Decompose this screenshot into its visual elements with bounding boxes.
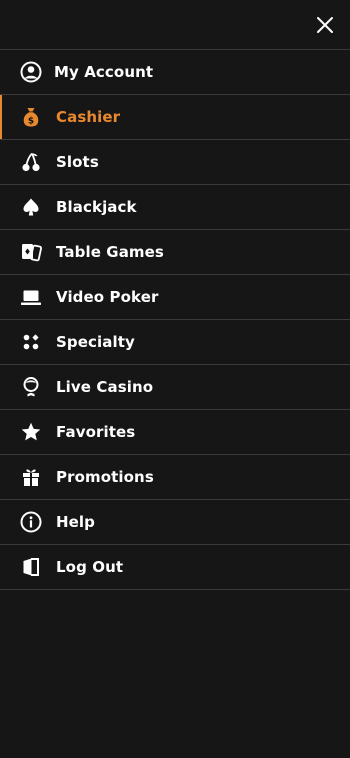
menu-item-live-casino[interactable]: Live Casino xyxy=(0,365,350,410)
menu-item-label: Favorites xyxy=(56,423,136,441)
menu-item-video-poker[interactable]: Video Poker xyxy=(0,275,350,320)
menu-item-label: Specialty xyxy=(56,333,135,351)
menu-item-specialty[interactable]: Specialty xyxy=(0,320,350,365)
cherries-icon xyxy=(20,151,42,173)
side-menu: My Account $ Cashier Slots Blackjack Tab… xyxy=(0,0,350,758)
user-circle-icon xyxy=(20,61,42,83)
menu-item-blackjack[interactable]: Blackjack xyxy=(0,185,350,230)
menu-item-label: Log Out xyxy=(56,558,124,576)
money-bag-icon: $ xyxy=(20,106,42,128)
info-icon xyxy=(20,511,42,533)
menu-item-label: Live Casino xyxy=(56,378,154,396)
menu-header xyxy=(0,0,350,50)
menu-item-label: Promotions xyxy=(56,468,154,486)
menu-item-label: Blackjack xyxy=(56,198,137,216)
door-icon xyxy=(20,556,42,578)
dots-grid-icon xyxy=(20,331,42,353)
gift-icon xyxy=(20,466,42,488)
laptop-icon xyxy=(20,286,42,308)
svg-text:$: $ xyxy=(28,116,34,126)
cards-icon xyxy=(20,241,42,263)
menu-item-favorites[interactable]: Favorites xyxy=(0,410,350,455)
dealer-icon xyxy=(20,376,42,398)
menu-item-my-account[interactable]: My Account xyxy=(0,50,350,95)
menu-item-label: Cashier xyxy=(56,108,121,126)
menu-item-label: Table Games xyxy=(56,243,164,261)
menu-item-table-games[interactable]: Table Games xyxy=(0,230,350,275)
star-icon xyxy=(20,421,42,443)
menu-item-cashier[interactable]: $ Cashier xyxy=(0,95,350,140)
spade-icon xyxy=(20,196,42,218)
menu-item-label: My Account xyxy=(54,63,154,81)
menu-item-label: Video Poker xyxy=(56,288,159,306)
menu-item-promotions[interactable]: Promotions xyxy=(0,455,350,500)
menu-item-help[interactable]: Help xyxy=(0,500,350,545)
menu-item-log-out[interactable]: Log Out xyxy=(0,545,350,590)
menu-item-label: Slots xyxy=(56,153,99,171)
menu-item-slots[interactable]: Slots xyxy=(0,140,350,185)
menu-item-label: Help xyxy=(56,513,96,531)
close-icon[interactable] xyxy=(316,16,334,34)
menu-list: My Account $ Cashier Slots Blackjack Tab… xyxy=(0,50,350,590)
